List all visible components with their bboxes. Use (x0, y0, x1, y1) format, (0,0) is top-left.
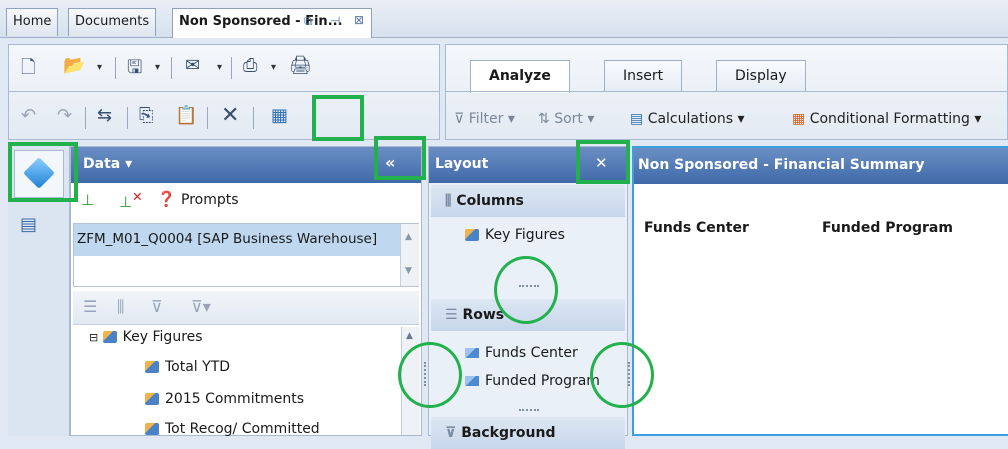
toolbar-divider (9, 91, 439, 92)
export-dropdown-icon[interactable]: ▾ (271, 62, 276, 73)
data-panel-header: Data ▾ « (71, 147, 421, 183)
swap-axes-icon[interactable]: ⇆ (97, 105, 112, 126)
separator (207, 107, 208, 129)
paste-icon[interactable]: 📋 (175, 105, 197, 126)
export-icon[interactable]: ⎙ (243, 55, 257, 76)
open-dropdown-icon[interactable]: ▾ (97, 62, 102, 73)
print-icon[interactable]: 🖨 (289, 55, 312, 76)
highlight-collapse-panel (374, 136, 426, 180)
tree-item[interactable]: 2015 Commitments (145, 391, 304, 407)
rows-item-funds-center[interactable]: Funds Center (465, 345, 578, 361)
calculator-icon: ▤ (630, 111, 648, 127)
data-source-item[interactable]: ZFM_M01_Q0004 [SAP Business Warehouse] (74, 224, 400, 256)
key-figure-icon (145, 361, 159, 373)
separator (115, 57, 116, 79)
key-figures-icon (465, 229, 479, 241)
layout-panel-title: Layout (435, 156, 489, 172)
background-icon: ⊽ (445, 425, 462, 441)
pin-icon[interactable]: ⊣ (330, 14, 340, 28)
separator (253, 107, 254, 129)
separator (85, 107, 86, 129)
collapse-icon[interactable]: ⊟ (89, 331, 98, 344)
highlight-close-layout (576, 140, 630, 184)
tree-root-key-figures[interactable]: ⊟ Key Figures (89, 329, 203, 345)
save-dropdown-icon[interactable]: ▾ (155, 62, 160, 73)
data-panel: Data ▾ « ⊥ ⊥✕ ❓ Prompts ZFM_M01_Q0004 [S… (70, 146, 422, 437)
separator (127, 107, 128, 129)
highlight-data-panel-button (8, 142, 78, 202)
filter-options-icon[interactable]: ⊽▾ (191, 297, 211, 316)
resize-grip[interactable] (519, 409, 539, 413)
key-figure-icon (145, 393, 159, 405)
sort-button[interactable]: ⇅ Sort ▾ (538, 111, 594, 127)
undo-icon[interactable]: ↶ (21, 105, 36, 126)
layout-panel-toggle-icon[interactable]: ▦ (271, 105, 288, 126)
tree-item[interactable]: Tot Recog/ Committed (145, 421, 320, 437)
rows-icon: ☰ (445, 307, 463, 323)
column-header-funds-center[interactable]: Funds Center (644, 220, 749, 236)
tree-item[interactable]: Total YTD (145, 359, 230, 375)
tab-home[interactable]: Home (6, 8, 59, 36)
copy-icon[interactable]: ⎘ (139, 105, 153, 126)
new-document-icon[interactable]: 🗋 (21, 55, 35, 85)
column-header-funded-program[interactable]: Funded Program (822, 220, 953, 236)
query-panel-icon[interactable]: ▤ (20, 214, 46, 238)
conditional-formatting-button[interactable]: ▦ Conditional Formatting ▾ (792, 111, 981, 127)
sort-icon: ⇅ (538, 111, 555, 127)
conditional-formatting-icon: ▦ (792, 111, 810, 127)
highlight-data-splitter (398, 342, 462, 408)
close-tab-icon[interactable]: ⊠ (354, 13, 364, 27)
tab-display[interactable]: Display (716, 60, 806, 92)
background-section-header: ⊽ Background (431, 417, 625, 449)
key-figures-icon (102, 331, 117, 343)
separator (231, 57, 232, 79)
report-title: Non Sponsored - Financial Summary (638, 157, 925, 173)
source-scrollbar[interactable]: ▲ ▼ (400, 224, 419, 286)
filter-icon: ⊽ (454, 111, 469, 127)
remove-data-icon[interactable]: ⊥✕ (119, 189, 143, 211)
ribbon-divider (446, 91, 1007, 92)
prompts-icon: ❓ (157, 190, 176, 208)
open-folder-icon[interactable]: 📂 (63, 55, 85, 76)
tab-insert[interactable]: Insert (604, 60, 683, 92)
key-figure-icon (145, 423, 159, 435)
main-toolbar: 🗋 📂 ▾ 🖫 ▾ ✉ ▾ ⎙ ▾ 🖨 ↶ ↷ ⇆ ⎘ 📋 ✕ ▦ (8, 44, 440, 140)
calculations-button[interactable]: ▤ Calculations ▾ (630, 111, 745, 127)
rows-item-funded-program[interactable]: Funded Program (465, 373, 600, 389)
filter-icon[interactable]: ⊽ (151, 297, 163, 316)
filter-button[interactable]: ⊽ Filter ▾ (454, 111, 515, 127)
dimension-icon (465, 376, 479, 386)
tab-documents[interactable]: Documents (68, 8, 157, 36)
highlight-columns-grip (494, 256, 558, 324)
save-icon[interactable]: 🖫 (127, 55, 142, 85)
columns-section-header: ⫼ Columns (431, 185, 625, 217)
list-icon[interactable]: ☰ (83, 297, 97, 316)
data-panel-title[interactable]: Data ▾ (83, 156, 132, 172)
delete-icon[interactable]: ✕ (221, 103, 239, 128)
prompts-button[interactable]: Prompts (181, 192, 239, 208)
columns-icon[interactable]: ⫼ (117, 297, 124, 317)
email-icon[interactable]: ✉ (185, 55, 200, 76)
document-tab-bar: Home Documents Non Sponsored - Fin... ⧉ … (0, 0, 1008, 38)
separator (171, 57, 172, 79)
report-panel: Non Sponsored - Financial Summary Funds … (632, 146, 1008, 436)
report-header: Non Sponsored - Financial Summary (634, 148, 1008, 184)
tab-analyze[interactable]: Analyze (470, 60, 570, 93)
redo-icon[interactable]: ↷ (57, 105, 72, 126)
dimension-icon (465, 348, 479, 358)
ribbon: Analyze Insert Display ⊽ Filter ▾ ⇅ Sort… (445, 44, 1008, 140)
data-panel-toolbar: ☰ ⫼ ⊽ ⊽▾ (73, 291, 419, 325)
highlight-layout-toggle (312, 95, 364, 141)
columns-item-key-figures[interactable]: Key Figures (465, 227, 565, 243)
add-data-icon[interactable]: ⊥ (81, 191, 94, 209)
columns-icon: ⫼ (445, 193, 457, 209)
data-source-list: ZFM_M01_Q0004 [SAP Business Warehouse] ▲… (73, 223, 419, 287)
restore-icon[interactable]: ⧉ (304, 14, 313, 29)
highlight-layout-splitter (590, 342, 654, 408)
email-dropdown-icon[interactable]: ▾ (217, 62, 222, 73)
tab-non-sponsored[interactable]: Non Sponsored - Fin... (172, 8, 372, 38)
